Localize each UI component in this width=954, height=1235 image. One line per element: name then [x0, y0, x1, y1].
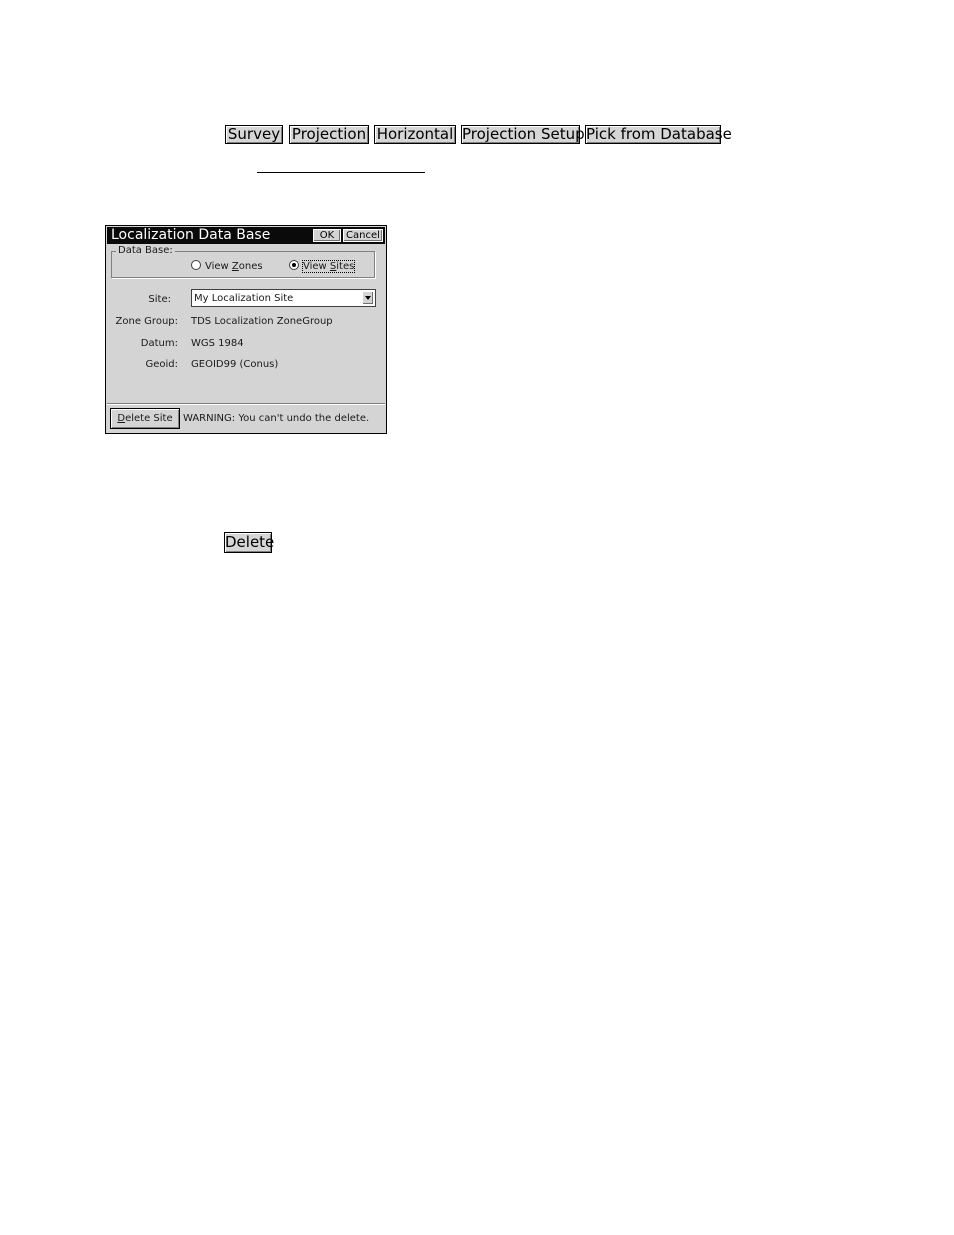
dialog-title: Localization Data Base [111, 227, 271, 243]
view-zones-label: View Zones [205, 261, 263, 272]
delete-site-button[interactable]: Delete Site [110, 408, 180, 429]
pick-from-database-key[interactable]: Pick from Database [585, 125, 732, 144]
view-sites-label: View Sites [301, 260, 356, 273]
site-dropdown[interactable]: My Localization Site [191, 289, 376, 307]
datum-value: WGS 1984 [191, 338, 244, 349]
datum-label: Datum: [140, 338, 178, 349]
radio-checked-icon [289, 260, 299, 270]
geoid-value: GEOID99 (Conus) [191, 359, 279, 370]
database-group-label: Data Base: [116, 245, 175, 257]
radio-unchecked-icon [191, 260, 201, 270]
view-zones-radio[interactable]: View Zones [191, 260, 263, 274]
cancel-button[interactable]: Cancel [343, 229, 383, 242]
dialog-titlebar: Localization Data Base OK Cancel [107, 227, 385, 244]
zone-group-label: Zone Group: [115, 316, 178, 327]
localization-database-dialog: Localization Data Base OK Cancel Data Ba… [105, 225, 387, 434]
dialog-footer: Delete Site WARNING: You can't undo the … [107, 403, 385, 432]
delete-warning-text: WARNING: You can't undo the delete. [183, 413, 370, 424]
projection-key[interactable]: Projection [289, 125, 369, 144]
projection-setup-key[interactable]: Projection Setup [461, 125, 585, 144]
survey-key[interactable]: Survey [225, 125, 283, 144]
ok-button[interactable]: OK [313, 229, 341, 242]
database-groupbox: Data Base: View Zones View Sites [111, 245, 375, 278]
zone-group-value: TDS Localization ZoneGroup [191, 316, 333, 327]
horizontal-key[interactable]: Horizontal [374, 125, 456, 144]
site-label: Site: [148, 294, 171, 305]
geoid-label: Geoid: [145, 359, 178, 370]
view-sites-radio[interactable]: View Sites [289, 260, 356, 274]
blank-underline [257, 172, 425, 173]
delete-key[interactable]: Delete [224, 532, 274, 553]
chevron-down-icon[interactable] [362, 291, 374, 305]
site-dropdown-value: My Localization Site [194, 293, 294, 304]
